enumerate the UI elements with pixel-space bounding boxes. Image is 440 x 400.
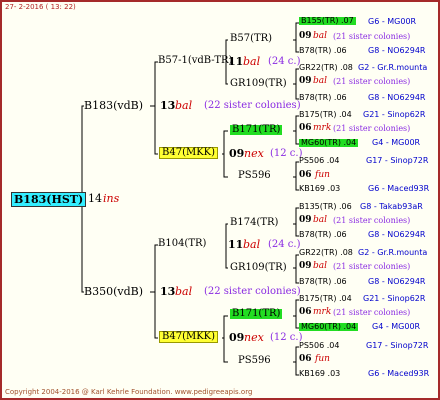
root-name[interactable]: B183(HST) — [11, 192, 87, 207]
upper-a-gen: 11 — [228, 55, 244, 68]
upper-ab-gen: 09 — [299, 76, 312, 86]
lower-aa-name[interactable]: B174(TR) — [230, 218, 278, 228]
lower-bb-label: fun — [315, 354, 330, 364]
copyright-footer: Copyright 2004-2016 @ Karl Kehrle Founda… — [5, 388, 253, 396]
upper-ba-gen: 06 — [299, 123, 312, 133]
lower-aa-sisters: (21 sister colonies) — [333, 216, 411, 225]
lower-a-name[interactable]: B104(TR) — [158, 239, 206, 249]
lower-b-gen: 09 — [229, 331, 245, 344]
upper-bbb-src: G6 - Maced93R — [368, 184, 430, 193]
lower-aa-gen: 09 — [299, 215, 312, 225]
upper-sire-name[interactable]: B183(vdB) — [84, 100, 143, 111]
upper-bb-name[interactable]: PS596 — [238, 171, 271, 181]
upper-bbb-name[interactable]: KB169 .03 — [299, 185, 340, 193]
upper-ba-name[interactable]: B171(TR) — [230, 125, 283, 135]
timestamp: 27- 2-2016 ( 13: 22) — [5, 3, 76, 11]
lower-a-label: bal — [243, 238, 261, 251]
upper-ba-label: mrk — [313, 123, 332, 133]
lower-a-gen: 11 — [228, 238, 244, 251]
lower-aab-src: G8 - NO6294R — [368, 230, 426, 239]
upper-ab-name[interactable]: GR109(TR) — [230, 79, 287, 89]
upper-aa-sisters: (21 sister colonies) — [333, 32, 411, 41]
root-gen: 14 — [88, 192, 102, 205]
upper-sire-label: bal — [175, 99, 193, 112]
upper-aba-name[interactable]: GR22(TR) .08 — [299, 64, 353, 72]
upper-aa-name[interactable]: B57(TR) — [230, 34, 272, 44]
upper-sire-gen: 13 — [160, 99, 176, 112]
lower-ba-gen: 06 — [299, 307, 312, 317]
upper-b-label: nex — [244, 147, 264, 160]
upper-bab-src: G4 - MG00R — [372, 138, 421, 147]
lower-bba-src: G17 - Sinop72R — [366, 341, 429, 350]
lower-ab-name[interactable]: GR109(TR) — [230, 263, 287, 273]
upper-bba-src: G17 - Sinop72R — [366, 156, 429, 165]
lower-aba-name[interactable]: GR22(TR) .08 — [299, 249, 353, 257]
lower-bbb-src: G6 - Maced93R — [368, 369, 430, 378]
upper-b-gen: 09 — [229, 147, 245, 160]
lower-ab-gen: 09 — [299, 261, 312, 271]
lower-abb-src: G8 - NO6294R — [368, 277, 426, 286]
upper-ba-sisters: (21 sister colonies) — [333, 124, 411, 133]
upper-bb-label: fun — [315, 170, 330, 180]
lower-aba-src: G2 - Gr.R.mounta — [358, 248, 428, 257]
lower-dam-sisters: (22 sister colonies) — [204, 286, 301, 297]
upper-baa-name[interactable]: B175(TR) .04 — [299, 111, 352, 119]
lower-aab-name[interactable]: B78(TR) .06 — [299, 231, 347, 239]
upper-aa-gen: 09 — [299, 31, 312, 41]
upper-b-name[interactable]: B47(MKK) — [159, 147, 219, 159]
lower-ab-label: bal — [313, 261, 328, 271]
lower-aaa-src: G8 - Takab93aR — [360, 202, 423, 211]
upper-abb-name[interactable]: B78(TR) .06 — [299, 94, 347, 102]
lower-bab-name[interactable]: MG60(TR) .04 — [299, 323, 359, 331]
upper-a-sisters: (24 c.) — [268, 56, 301, 67]
lower-aa-label: bal — [313, 215, 328, 225]
lower-bba-name[interactable]: PS506 .04 — [299, 342, 339, 350]
upper-baa-src: G21 - Sinop62R — [363, 110, 426, 119]
upper-bab-name[interactable]: MG60(TR) .04 — [299, 139, 359, 147]
lower-dam-label: bal — [175, 285, 193, 298]
lower-bb-gen: 06 — [299, 354, 312, 364]
upper-aa-label: bal — [313, 31, 328, 41]
upper-bba-name[interactable]: PS506 .04 — [299, 157, 339, 165]
lower-ba-label: mrk — [313, 307, 332, 317]
lower-b-label: nex — [244, 331, 264, 344]
lower-dam-gen: 13 — [160, 285, 176, 298]
lower-dam-name[interactable]: B350(vdB) — [84, 286, 143, 297]
upper-ab-sisters: (21 sister colonies) — [333, 77, 411, 86]
lower-b-name[interactable]: B47(MKK) — [159, 331, 219, 343]
lower-bbb-name[interactable]: KB169 .03 — [299, 370, 340, 378]
upper-aaa-name[interactable]: B155(TR) .07 — [299, 17, 356, 25]
lower-ab-sisters: (21 sister colonies) — [333, 262, 411, 271]
lower-abb-name[interactable]: B78(TR) .06 — [299, 278, 347, 286]
upper-aaa-src: G6 - MG00R — [368, 17, 417, 26]
lower-bab-src: G4 - MG00R — [372, 322, 421, 331]
upper-aab-name[interactable]: B78(TR) .06 — [299, 47, 347, 55]
lower-bb-name[interactable]: PS596 — [238, 356, 271, 366]
upper-abb-src: G8 - NO6294R — [368, 93, 426, 102]
root-label: ins — [103, 192, 120, 205]
upper-b-sisters: (12 c.) — [270, 148, 303, 159]
upper-a-label: bal — [243, 55, 261, 68]
lower-a-sisters: (24 c.) — [268, 239, 301, 250]
upper-a-name[interactable]: B57-1(vdB-TR) — [158, 56, 232, 66]
upper-bb-gen: 06 — [299, 170, 312, 180]
lower-b-sisters: (12 c.) — [270, 332, 303, 343]
lower-ba-name[interactable]: B171(TR) — [230, 309, 283, 319]
lower-baa-name[interactable]: B175(TR) .04 — [299, 295, 352, 303]
lower-baa-src: G21 - Sinop62R — [363, 294, 426, 303]
lower-ba-sisters: (21 sister colonies) — [333, 308, 411, 317]
upper-aab-src: G8 - NO6294R — [368, 46, 426, 55]
upper-sire-sisters: (22 sister colonies) — [204, 100, 301, 111]
upper-ab-label: bal — [313, 76, 328, 86]
upper-aba-src: G2 - Gr.R.mounta — [358, 63, 428, 72]
lower-aaa-name[interactable]: B135(TR) .06 — [299, 203, 352, 211]
